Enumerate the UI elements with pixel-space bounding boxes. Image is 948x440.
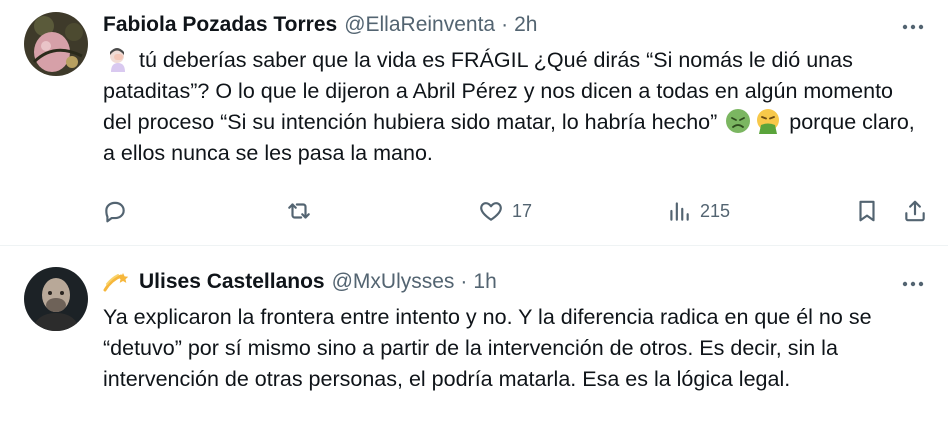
reply-icon xyxy=(105,201,125,223)
views-button[interactable]: 215 xyxy=(666,193,730,229)
shooting-star-emoji xyxy=(103,270,131,294)
avatar[interactable] xyxy=(24,12,88,76)
tweet-text: tú deberías saber que la vida es FRÁGIL … xyxy=(103,45,923,169)
share-icon xyxy=(905,200,925,222)
nauseated-face-emoji xyxy=(725,108,751,134)
timestamp[interactable]: 2h xyxy=(514,13,537,37)
views-chart-icon xyxy=(670,202,689,221)
more-dots-icon[interactable] xyxy=(900,271,926,297)
tweet-header: Fabiola Pozadas Torres @EllaReinventa · … xyxy=(103,10,537,40)
author-name[interactable]: Fabiola Pozadas Torres xyxy=(103,13,337,37)
avatar[interactable] xyxy=(24,267,88,331)
author-name[interactable]: Ulises Castellanos xyxy=(139,270,325,294)
tweet-actions: 17 215 xyxy=(100,193,936,229)
like-count: 17 xyxy=(512,200,533,221)
tweet-header: Ulises Castellanos @MxUlysses · 1h xyxy=(103,267,497,297)
like-button[interactable]: 17 xyxy=(478,193,532,229)
tweet-fabiola[interactable]: Fabiola Pozadas Torres @EllaReinventa · … xyxy=(0,0,948,246)
heart-icon xyxy=(480,202,502,221)
retweet-button[interactable] xyxy=(286,193,312,229)
author-handle[interactable]: @EllaReinventa xyxy=(344,13,495,37)
separator: · xyxy=(501,13,509,36)
tweet-ulises[interactable]: Ulises Castellanos @MxUlysses · 1h Ya ex… xyxy=(0,247,948,440)
face-palm-emoji xyxy=(105,46,131,72)
more-dots-icon[interactable] xyxy=(900,14,926,40)
author-handle[interactable]: @MxUlysses xyxy=(332,270,455,294)
bookmark-button[interactable] xyxy=(854,193,880,229)
share-button[interactable] xyxy=(902,193,928,229)
vomiting-face-emoji xyxy=(755,108,781,134)
bookmark-icon xyxy=(859,200,875,222)
reply-button[interactable] xyxy=(102,193,128,229)
views-count: 215 xyxy=(700,200,731,221)
tweet-text: Ya explicaron la frontera entre intento … xyxy=(103,305,872,391)
retweet-icon xyxy=(288,203,310,219)
timestamp[interactable]: 1h xyxy=(473,270,496,294)
separator: · xyxy=(460,270,468,293)
